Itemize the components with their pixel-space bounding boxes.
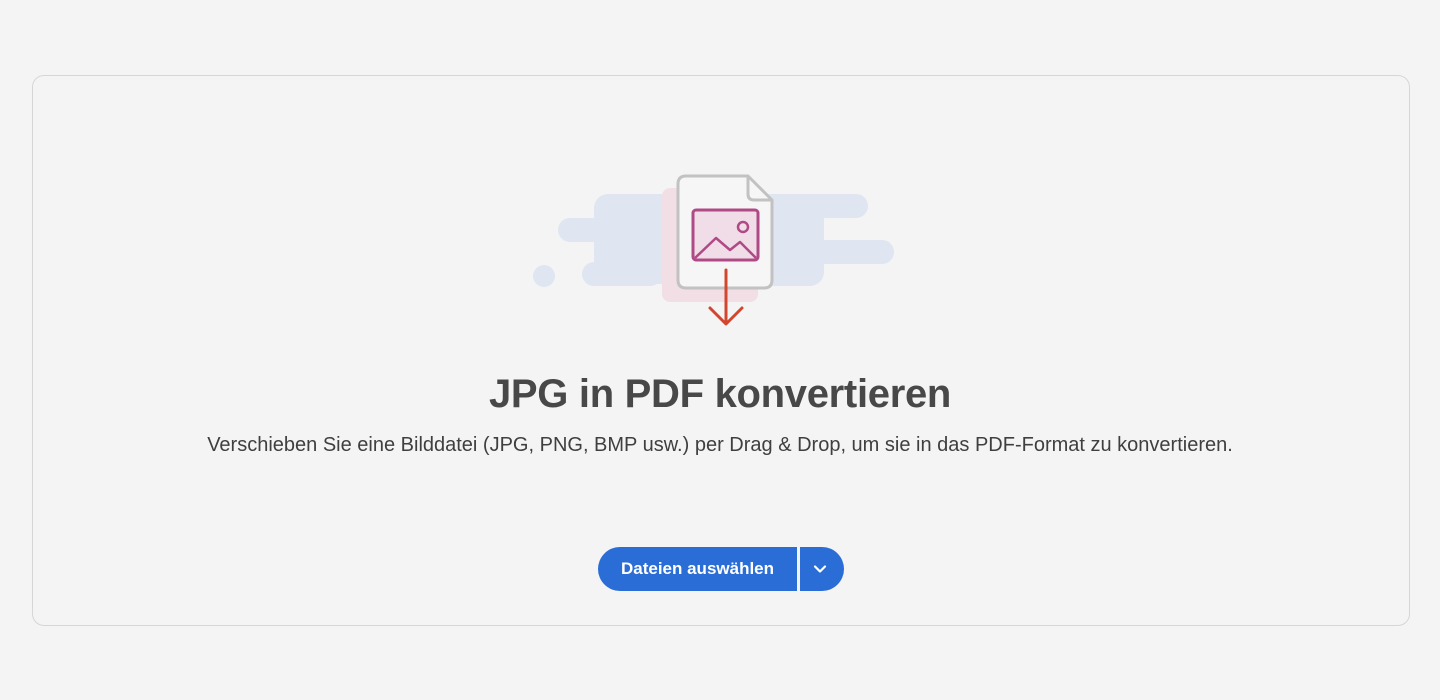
select-files-button-group: Dateien auswählen (598, 547, 844, 591)
image-file-download-icon (533, 174, 894, 326)
page-title: JPG in PDF konvertieren (488, 372, 952, 416)
file-drop-zone[interactable] (32, 75, 1410, 626)
drop-instructions: Verschieben Sie eine Bilddatei (JPG, PNG… (207, 434, 1233, 456)
page: JPG in PDF konvertieren Verschieben Sie … (0, 0, 1440, 700)
select-files-button[interactable]: Dateien auswählen (598, 547, 797, 591)
select-files-dropdown-button[interactable] (800, 547, 844, 591)
chevron-down-icon (813, 565, 827, 573)
